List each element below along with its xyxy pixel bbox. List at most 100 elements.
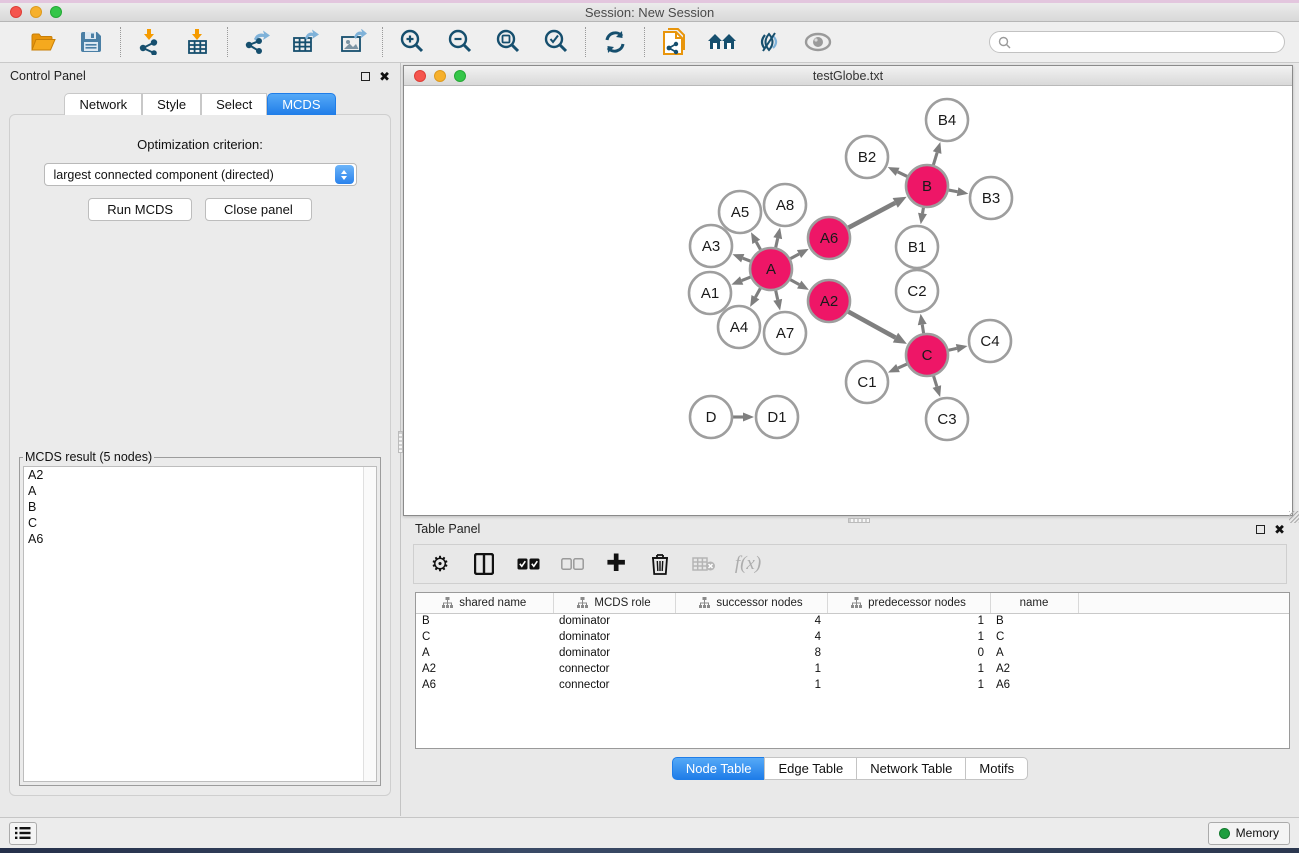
task-history-button[interactable]: [9, 822, 37, 845]
table-cell[interactable]: 1: [675, 661, 827, 677]
graph-edge[interactable]: [923, 208, 924, 214]
column-header[interactable]: predecessor nodes: [827, 593, 990, 613]
settings-gear-icon[interactable]: ⚙: [428, 552, 452, 576]
table-cell[interactable]: 4: [675, 613, 827, 629]
table-cell[interactable]: C: [416, 629, 553, 645]
export-image-icon[interactable]: [338, 28, 368, 56]
close-table-panel-icon[interactable]: ✖: [1274, 525, 1285, 534]
graph-edge[interactable]: [949, 190, 958, 192]
table-row[interactable]: A2connector11A2: [416, 661, 1289, 677]
apply-layout-icon[interactable]: [600, 28, 630, 56]
open-session-icon[interactable]: [28, 28, 58, 56]
tab-edge-table[interactable]: Edge Table: [764, 757, 857, 780]
graph-edge[interactable]: [776, 238, 778, 247]
hide-graphics-details-icon[interactable]: [755, 28, 785, 56]
graph-edge[interactable]: [756, 242, 760, 250]
table-cell[interactable]: 1: [827, 613, 990, 629]
search-field[interactable]: [989, 31, 1285, 53]
close-panel-icon[interactable]: ✖: [379, 72, 390, 81]
split-divider-vertical-grip[interactable]: [398, 431, 403, 453]
birds-eye-view-icon[interactable]: [803, 28, 833, 56]
search-input[interactable]: [1016, 35, 1276, 49]
table-cell[interactable]: A: [416, 645, 553, 661]
network-canvas[interactable]: B4B2BB3A5A8A6A3B1AC2A1A2A4A7C4CC1DD1C3: [404, 86, 1292, 515]
graph-edge[interactable]: [848, 203, 895, 228]
list-item[interactable]: A6: [24, 531, 376, 547]
table-cell[interactable]: dominator: [553, 629, 675, 645]
graph-edge[interactable]: [933, 153, 937, 165]
table-cell[interactable]: B: [416, 613, 553, 629]
list-scrollbar[interactable]: [363, 467, 376, 781]
close-panel-button[interactable]: Close panel: [205, 198, 312, 221]
table-cell[interactable]: A2: [416, 661, 553, 677]
deselect-all-checks-icon[interactable]: [560, 552, 584, 576]
table-cell[interactable]: B: [990, 613, 1078, 629]
column-header[interactable]: shared name: [416, 593, 553, 613]
table-cell[interactable]: 1: [827, 661, 990, 677]
network-graph[interactable]: B4B2BB3A5A8A6A3B1AC2A1A2A4A7C4CC1DD1C3: [404, 86, 1292, 515]
delete-column-icon[interactable]: [648, 552, 672, 576]
list-item[interactable]: B: [24, 499, 376, 515]
zoom-selected-icon[interactable]: [541, 28, 571, 56]
function-builder-icon[interactable]: f(x): [736, 552, 760, 576]
table-cell[interactable]: A: [990, 645, 1078, 661]
tab-mcds[interactable]: MCDS: [267, 93, 335, 115]
new-network-from-selection-icon[interactable]: [659, 28, 689, 56]
delete-table-icon[interactable]: [692, 552, 716, 576]
graph-edge[interactable]: [743, 258, 751, 261]
table-cell[interactable]: dominator: [553, 613, 675, 629]
criterion-dropdown[interactable]: largest connected component (directed): [44, 163, 357, 186]
import-table-icon[interactable]: [183, 28, 213, 56]
add-column-icon[interactable]: ✚: [604, 552, 628, 576]
tab-select[interactable]: Select: [201, 93, 267, 115]
column-header[interactable]: successor nodes: [675, 593, 827, 613]
save-session-icon[interactable]: [76, 28, 106, 56]
table-cell[interactable]: 1: [675, 677, 827, 693]
table-cell[interactable]: A6: [416, 677, 553, 693]
tab-network-table[interactable]: Network Table: [856, 757, 966, 780]
graph-edge[interactable]: [776, 290, 778, 299]
zoom-out-icon[interactable]: [445, 28, 475, 56]
graph-edge[interactable]: [934, 376, 937, 387]
zoom-fit-icon[interactable]: [493, 28, 523, 56]
memory-button[interactable]: Memory: [1208, 822, 1290, 845]
graph-edge[interactable]: [755, 288, 760, 297]
graph-edge[interactable]: [898, 172, 908, 177]
float-table-panel-icon[interactable]: [1256, 525, 1265, 534]
export-table-icon[interactable]: [290, 28, 320, 56]
table-row[interactable]: Adominator80A: [416, 645, 1289, 661]
float-panel-icon[interactable]: [361, 72, 370, 81]
graph-edge[interactable]: [898, 364, 907, 368]
table-cell[interactable]: 0: [827, 645, 990, 661]
table-cell[interactable]: connector: [553, 661, 675, 677]
table-cell[interactable]: A6: [990, 677, 1078, 693]
column-header[interactable]: name: [990, 593, 1078, 613]
list-item[interactable]: A: [24, 483, 376, 499]
table-cell[interactable]: 8: [675, 645, 827, 661]
import-network-icon[interactable]: [135, 28, 165, 56]
table-cell[interactable]: 1: [827, 677, 990, 693]
table-row[interactable]: Bdominator41B: [416, 613, 1289, 629]
column-header[interactable]: MCDS role: [553, 593, 675, 613]
tab-style[interactable]: Style: [142, 93, 201, 115]
graph-edge[interactable]: [948, 348, 956, 350]
node-table[interactable]: shared nameMCDS rolesuccessor nodesprede…: [415, 592, 1290, 749]
export-network-icon[interactable]: [242, 28, 272, 56]
network-window-titlebar[interactable]: testGlobe.txt: [404, 66, 1292, 86]
table-cell[interactable]: C: [990, 629, 1078, 645]
list-item[interactable]: A2: [24, 467, 376, 483]
list-item[interactable]: C: [24, 515, 376, 531]
graph-edge[interactable]: [742, 277, 751, 280]
tab-node-table[interactable]: Node Table: [672, 757, 766, 780]
run-mcds-button[interactable]: Run MCDS: [88, 198, 192, 221]
table-cell[interactable]: 1: [827, 629, 990, 645]
cybrowser-home-icon[interactable]: [707, 28, 737, 56]
zoom-in-icon[interactable]: [397, 28, 427, 56]
table-cell[interactable]: dominator: [553, 645, 675, 661]
show-columns-icon[interactable]: [472, 552, 496, 576]
tab-network[interactable]: Network: [64, 93, 142, 115]
graph-edge[interactable]: [790, 280, 799, 285]
table-cell[interactable]: 4: [675, 629, 827, 645]
mcds-result-list[interactable]: A2ABCA6: [23, 466, 377, 782]
table-row[interactable]: Cdominator41C: [416, 629, 1289, 645]
